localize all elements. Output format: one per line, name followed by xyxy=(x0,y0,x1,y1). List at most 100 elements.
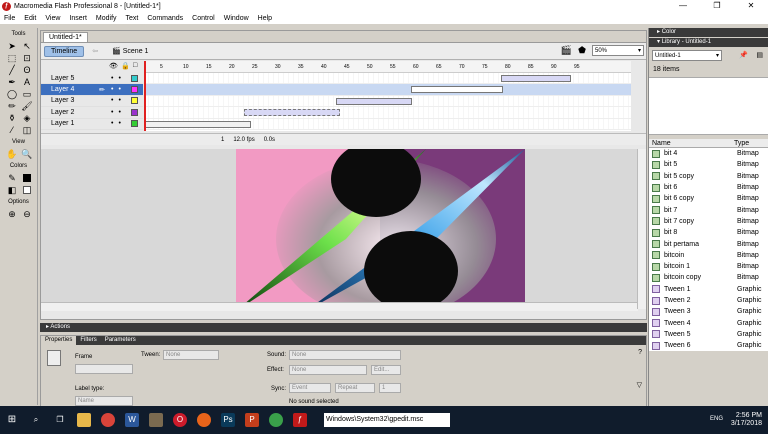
zoom-select[interactable]: 50% xyxy=(592,45,644,56)
library-item[interactable]: bit 7 Bitmap xyxy=(649,204,768,216)
word-icon[interactable]: W xyxy=(125,413,139,427)
library-select[interactable]: Untitled-1 xyxy=(652,50,722,61)
library-item[interactable]: Tween 4 Graphic xyxy=(649,317,768,329)
layer-row[interactable]: Layer 4 ✏ •• xyxy=(41,84,143,96)
actions-panel[interactable]: ▸ Actions xyxy=(40,323,647,332)
layer-row[interactable]: Layer 5 •• xyxy=(41,73,143,85)
menu-help[interactable]: Help xyxy=(258,15,272,22)
firefox-icon[interactable] xyxy=(197,413,211,427)
layer-color-swatch[interactable] xyxy=(131,97,138,105)
library-item[interactable]: bit pertama Bitmap xyxy=(649,238,768,250)
tab-parameters[interactable]: Parameters xyxy=(101,336,140,345)
paint-fill-icon[interactable]: ◧ xyxy=(6,184,18,196)
zoom-in-icon[interactable]: ⊕ xyxy=(6,208,18,220)
menu-text[interactable]: Text xyxy=(126,15,139,22)
frame-row[interactable] xyxy=(144,107,631,119)
library-item[interactable]: bit 6 Bitmap xyxy=(649,181,768,194)
library-panel-header[interactable]: ▾ Library - Untitled-1 xyxy=(649,38,768,47)
clock[interactable]: 2:56 PM 3/17/2018 xyxy=(731,412,762,428)
library-item[interactable]: bit 4 Bitmap xyxy=(649,148,768,160)
windows-start-icon[interactable]: ⊞ xyxy=(5,413,19,427)
frame-row[interactable] xyxy=(144,95,631,108)
subselect-tool-icon[interactable]: ↖ xyxy=(21,40,33,52)
lasso-tool-icon[interactable]: ʘ xyxy=(21,64,33,76)
menu-file[interactable]: File xyxy=(4,15,15,22)
eyedropper-icon[interactable]: ⁄ xyxy=(6,124,18,136)
edit-scene-icon[interactable]: 🎬 xyxy=(561,45,572,56)
effect-select[interactable]: None xyxy=(289,365,367,375)
brush-tool-icon[interactable]: 🖌 xyxy=(21,100,33,112)
expand-icon[interactable]: ▽ xyxy=(637,381,642,389)
stage-vertical-scrollbar[interactable] xyxy=(637,149,646,309)
stroke-color-icon[interactable]: ✎ xyxy=(6,172,18,184)
powerpoint-icon[interactable]: P xyxy=(245,413,259,427)
help-icon[interactable]: ? xyxy=(638,349,642,356)
back-arrow-icon[interactable]: ⇦ xyxy=(92,47,98,55)
lock-icon[interactable]: 🔒 xyxy=(121,62,130,70)
frame-row[interactable] xyxy=(144,118,631,130)
free-transform-icon[interactable]: ⬚ xyxy=(6,52,18,64)
menu-commands[interactable]: Commands xyxy=(147,15,183,22)
layer-color-swatch[interactable] xyxy=(131,74,138,82)
stage-canvas[interactable] xyxy=(236,149,525,311)
library-item[interactable]: bitcoin Bitmap xyxy=(649,249,768,261)
ink-bottle-icon[interactable]: ⚱ xyxy=(6,112,18,124)
label-type-select[interactable]: Name xyxy=(75,396,133,406)
frame-name-input[interactable] xyxy=(75,364,133,374)
repeat-select[interactable]: Repeat xyxy=(335,383,375,393)
photoshop-icon[interactable]: Ps xyxy=(221,413,235,427)
library-item[interactable]: Tween 1 Graphic xyxy=(649,283,768,295)
app-green-icon[interactable] xyxy=(269,413,283,427)
menu-view[interactable]: View xyxy=(45,15,60,22)
menu-control[interactable]: Control xyxy=(192,15,215,22)
menu-modify[interactable]: Modify xyxy=(96,15,117,22)
explorer-icon[interactable] xyxy=(77,413,91,427)
new-library-icon[interactable]: ▤ xyxy=(756,51,763,59)
library-item[interactable]: bitcoin 1 Bitmap xyxy=(649,260,768,273)
library-item[interactable]: Tween 5 Graphic xyxy=(649,328,768,341)
text-tool-icon[interactable]: A xyxy=(21,76,33,88)
menu-insert[interactable]: Insert xyxy=(69,15,87,22)
zoom-tool-icon[interactable]: 🔍 xyxy=(21,148,33,160)
close-button[interactable]: ✕ xyxy=(734,0,768,12)
paint-bucket-icon[interactable]: ◈ xyxy=(21,112,33,124)
frame-row[interactable] xyxy=(144,84,631,96)
fill-transform-icon[interactable]: ⊡ xyxy=(21,52,33,64)
edit-button[interactable]: Edit... xyxy=(371,365,401,375)
tab-properties[interactable]: Properties xyxy=(41,336,77,345)
task-view-icon[interactable]: ❐ xyxy=(53,413,67,427)
layer-color-swatch[interactable] xyxy=(131,108,138,116)
pencil-tool-icon[interactable]: ✏ xyxy=(6,100,18,112)
layer-row[interactable]: Layer 1 •• xyxy=(41,119,143,130)
edit-symbols-icon[interactable]: ⬟ xyxy=(578,45,586,56)
search-icon[interactable]: ⌕ xyxy=(29,413,43,427)
pin-icon[interactable]: 📌 xyxy=(739,51,748,59)
layer-row[interactable]: Layer 3 •• xyxy=(41,96,143,108)
library-item[interactable]: bit 5 Bitmap xyxy=(649,159,768,171)
color-panel-header[interactable]: ▸ Color xyxy=(649,28,768,37)
library-item[interactable]: bit 6 copy Bitmap xyxy=(649,193,768,205)
hand-tool-icon[interactable]: ✋ xyxy=(6,148,18,160)
maximize-button[interactable]: ❐ xyxy=(700,0,734,12)
library-item[interactable]: bitcoin copy Bitmap xyxy=(649,272,768,284)
sound-select[interactable]: None xyxy=(289,350,401,360)
fill-white-swatch[interactable] xyxy=(23,186,31,194)
opera-icon[interactable]: O xyxy=(173,413,187,427)
timeline-frames[interactable]: 5 10 15 20 25 30 35 40 45 50 55 60 65 70 75 80 8… xyxy=(144,61,631,131)
layer-row[interactable]: Layer 2 •• xyxy=(41,107,143,119)
oval-tool-icon[interactable]: ◯ xyxy=(6,88,18,100)
timeline-toggle-button[interactable]: Timeline xyxy=(44,45,85,57)
arrow-tool-icon[interactable]: ➤ xyxy=(6,40,18,52)
tab-filters[interactable]: Filters xyxy=(76,336,100,345)
layer-color-swatch[interactable] xyxy=(131,86,138,94)
playhead[interactable] xyxy=(144,61,146,131)
document-tab[interactable]: Untitled-1* xyxy=(43,32,88,42)
col-name[interactable]: Name xyxy=(649,139,734,147)
zoom-out-icon[interactable]: ⊖ xyxy=(21,208,33,220)
tween-select[interactable]: None xyxy=(163,350,219,360)
library-item[interactable]: bit 8 Bitmap xyxy=(649,227,768,239)
library-item[interactable]: Tween 3 Graphic xyxy=(649,306,768,318)
language-indicator[interactable]: ENG xyxy=(710,416,723,422)
library-item[interactable]: Tween 2 Graphic xyxy=(649,294,768,307)
rectangle-tool-icon[interactable]: ▭ xyxy=(21,88,33,100)
